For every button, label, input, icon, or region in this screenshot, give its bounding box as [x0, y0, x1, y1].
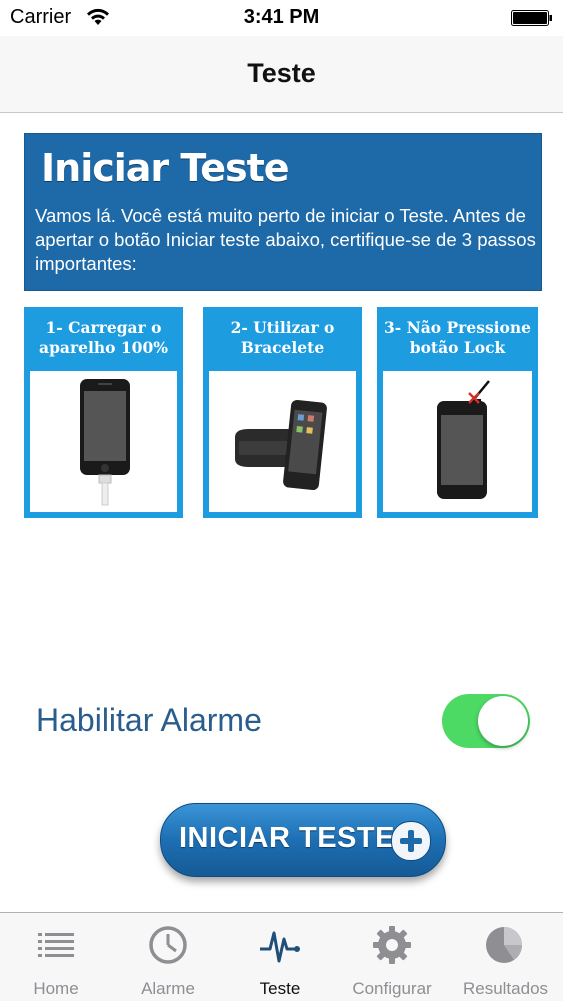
phone-charging-icon: [80, 379, 130, 506]
tab-label: Teste: [259, 979, 301, 998]
plus-icon: [391, 821, 431, 861]
step-label: 3- Não Pressione botão Lock: [383, 318, 532, 357]
tab-label: Resultados: [462, 979, 549, 998]
phone-lock-icon: [437, 380, 490, 499]
clock-icon: [149, 926, 187, 964]
tab-label: Home: [33, 979, 79, 998]
heartbeat-icon: [260, 931, 300, 963]
banner-title: Iniciar Teste: [41, 146, 290, 190]
gear-icon: [373, 926, 411, 964]
armband-icon: [235, 399, 327, 491]
step-label: 1- Carregar o aparelho 100%: [39, 318, 168, 357]
list-icon: [38, 933, 74, 957]
tab-bar: Home Alarme Teste Configurar Resultados: [0, 912, 563, 1001]
toggle-knob: [478, 696, 528, 746]
tab-configurar[interactable]: Configurar: [336, 913, 448, 1001]
start-test-label: INICIAR TESTE: [179, 822, 395, 854]
tab-resultados[interactable]: Resultados: [448, 913, 563, 1001]
pie-chart-icon: [486, 927, 522, 963]
step-card-charge: 1- Carregar o aparelho 100%: [24, 307, 183, 518]
banner-text: Vamos lá. Você está muito perto de inici…: [35, 205, 536, 274]
step-image: [383, 371, 532, 512]
tab-teste[interactable]: Teste: [224, 913, 336, 1001]
step-label: 2- Utilizar o Bracelete: [230, 318, 335, 357]
step-card-armband: 2- Utilizar o Bracelete: [203, 307, 362, 518]
status-time: 3:41 PM: [243, 6, 320, 28]
tab-label: Configurar: [352, 979, 432, 998]
tab-alarme[interactable]: Alarme: [112, 913, 224, 1001]
alarm-label: Habilitar Alarme: [36, 702, 262, 738]
step-image: [209, 371, 356, 512]
page-title: Teste: [247, 58, 316, 88]
alarm-toggle[interactable]: [442, 694, 530, 748]
step-image: [30, 371, 177, 512]
navigation-bar: Teste: [0, 36, 563, 113]
intro-banner: Iniciar Teste Vamos lá. Você está muito …: [24, 133, 542, 291]
start-test-button[interactable]: INICIAR TESTE: [160, 803, 446, 877]
step-card-lock: 3- Não Pressione botão Lock: [377, 307, 538, 518]
tab-label: Alarme: [141, 979, 195, 998]
status-bar: Carrier 3:41 PM: [0, 0, 563, 36]
tab-home[interactable]: Home: [0, 913, 112, 1001]
battery-icon: [511, 10, 552, 26]
